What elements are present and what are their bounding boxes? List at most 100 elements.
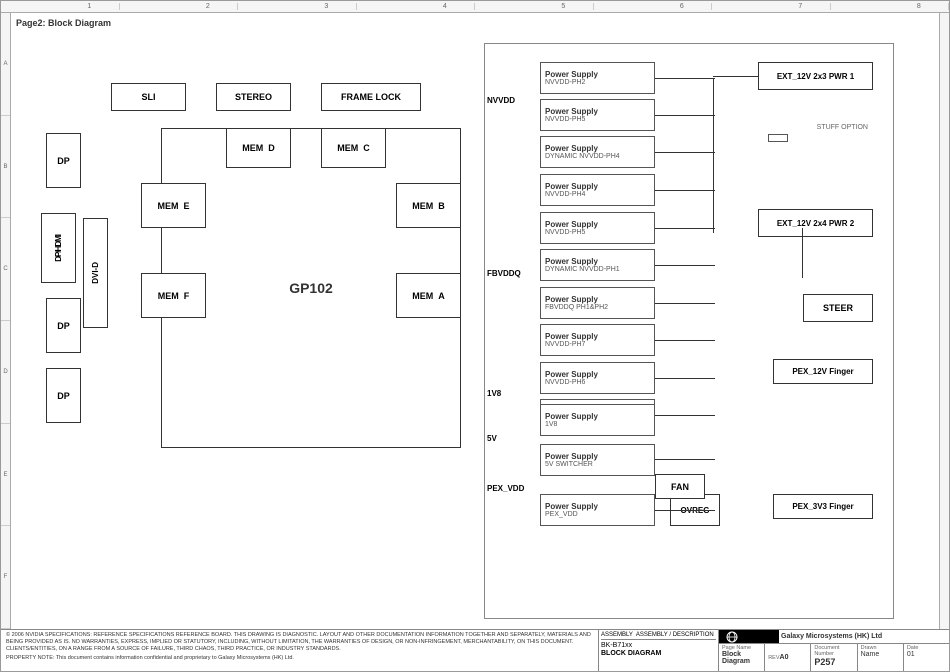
date-col: Date 01 — [904, 644, 949, 671]
doc-num-label: Document Number — [814, 645, 853, 657]
ext-pwr-1: EXT_12V 2x3 PWR 1 — [758, 62, 873, 90]
ps-12-sub: 5V SWITCHER — [545, 461, 593, 468]
drawing-label: BLOCK DIAGRAM — [601, 650, 716, 657]
dp-2-label: DP — [57, 321, 70, 331]
pex-3v3-finger: PEX_3V3 Finger — [773, 494, 873, 519]
steer-box: STEER — [803, 294, 873, 322]
dpdmi-block: DP/HDMI — [41, 213, 76, 283]
ps-1-sub: NVVDD-PH2 — [545, 79, 585, 86]
dpdmi-label: DP/HDMI — [54, 235, 63, 262]
stuff-option: STUFF OPTION — [817, 124, 868, 131]
bus-line-6 — [655, 265, 715, 266]
ext-pwr-1-label: EXT_12V 2x3 PWR 1 — [777, 72, 854, 81]
power-area-border: NVVDD FBVDDQ 1V8 5V PEX_VDD Power Supply… — [484, 43, 894, 619]
mem-e-block: MEM E — [141, 183, 206, 228]
mem-f-block: MEM F — [141, 273, 206, 318]
bus-line-9 — [655, 378, 715, 379]
doc-num-value: P257 — [814, 657, 853, 667]
ps-3-title: Power Supply — [545, 144, 598, 153]
title-mid: ASSEMBLY ASSEMBLY / DESCRIPTION BK-B71xx… — [599, 630, 719, 671]
main-content: Page2: Block Diagram SLI STEREO FRAME LO… — [11, 13, 939, 629]
stuff-option-component — [768, 134, 788, 142]
ext-pwr-2: EXT_12V 2x4 PWR 2 — [758, 209, 873, 237]
stereo-block: STEREO — [216, 83, 291, 111]
page-name-col: Page Name Block Diagram — [719, 644, 765, 671]
dp-3-block: DP — [46, 368, 81, 423]
ps-2-title: Power Supply — [545, 107, 598, 116]
pex-vdd-label: PEX_VDD — [487, 484, 524, 493]
nvvdd-label: NVVDD — [487, 96, 515, 105]
bus-line-1 — [655, 78, 715, 79]
ps-11-title: Power Supply — [545, 412, 598, 421]
ruler-left: A B C D E F — [1, 13, 11, 629]
ps-7-sub: FBVDDQ PH1&PH2 — [545, 304, 608, 311]
ps-fbvddq-ph1ph2: Power Supply FBVDDQ PH1&PH2 — [540, 287, 655, 319]
drawn-col: Drawn Name — [858, 644, 904, 671]
company-name: Galaxy Microsystems (HK) Ltd — [779, 630, 949, 643]
ps-nvvdd-ph5-1: Power Supply NVVDD-PH5 — [540, 99, 655, 131]
galaxy-logo — [719, 630, 779, 643]
ps-4-sub: NVVDD-PH4 — [545, 191, 585, 198]
bus-line-2 — [655, 115, 715, 116]
dp-3-label: DP — [57, 391, 70, 401]
sli-label: SLI — [141, 92, 155, 102]
ps-nvvdd-ph2: Power Supply NVVDD-PH2 — [540, 62, 655, 94]
ps-7-title: Power Supply — [545, 295, 598, 304]
frame-lock-label: FRAME LOCK — [341, 92, 401, 102]
rev-value: A0 — [780, 654, 789, 661]
bus-line-3 — [655, 152, 715, 153]
dp-1-label: DP — [57, 156, 70, 166]
rev-col: REV A0 — [765, 644, 811, 671]
ruler-top: 1 2 3 4 5 6 7 8 — [1, 1, 949, 13]
fan-box: FAN — [655, 474, 705, 499]
ps-1v8: Power Supply 1V8 — [540, 404, 655, 436]
bus-line-11 — [655, 459, 715, 460]
gp102-label: GP102 — [289, 280, 333, 296]
ps-nvvdd-ph6: Power Supply NVVDD-PH6 — [540, 362, 655, 394]
mem-c-block: MEM C — [321, 128, 386, 168]
dvi-d-label: DVI-D — [91, 262, 100, 284]
ps-8-sub: NVVDD-PH7 — [545, 341, 585, 348]
ps-8-title: Power Supply — [545, 332, 598, 341]
ps-5v-switcher: Power Supply 5V SWITCHER — [540, 444, 655, 476]
1v8-label: 1V8 — [487, 389, 501, 398]
schematic-area: SLI STEREO FRAME LOCK GP102 MEM D MEM C — [16, 28, 934, 624]
title-block: © 2006 NVIDIA SPECIFICATIONS: REFERENCE … — [1, 629, 949, 671]
bus-line-7 — [655, 303, 715, 304]
assembly-label: ASSEMBLY — [601, 632, 633, 638]
ps-6-sub: DYNAMIC NVVDD-PH1 — [545, 266, 620, 273]
vert-bus-1 — [713, 78, 714, 233]
doc-col: Document Number P257 — [811, 644, 857, 671]
ext-pwr-2-label: EXT_12V 2x4 PWR 2 — [777, 219, 854, 228]
pex-3v3-label: PEX_3V3 Finger — [792, 502, 853, 511]
ps-nvvdd-ph5-2: Power Supply NVVDD-PH5 — [540, 212, 655, 244]
ps-13-sub: PEX_VDD — [545, 511, 578, 518]
mem-d-block: MEM D — [226, 128, 291, 168]
date-value: 01 — [907, 651, 946, 658]
pex-12v-label: PEX_12V Finger — [792, 367, 853, 376]
bus-line-5 — [655, 228, 715, 229]
ps-2-sub: NVVDD-PH5 — [545, 116, 585, 123]
title-right: Galaxy Microsystems (HK) Ltd Page Name B… — [719, 630, 949, 671]
ps-9-sub: NVVDD-PH6 — [545, 379, 585, 386]
title-left: © 2006 NVIDIA SPECIFICATIONS: REFERENCE … — [1, 630, 599, 671]
ruler-right — [939, 13, 949, 629]
ps-pex-vdd: Power Supply PEX_VDD — [540, 494, 655, 526]
ps-nvvdd-ph7: Power Supply NVVDD-PH7 — [540, 324, 655, 356]
ps-6-title: Power Supply — [545, 257, 598, 266]
h-connect-1 — [713, 76, 758, 77]
pex-12v-finger: PEX_12V Finger — [773, 359, 873, 384]
ps-13-title: Power Supply — [545, 502, 598, 511]
mem-a-block: MEM A — [396, 273, 461, 318]
page-title: Page2: Block Diagram — [16, 18, 111, 28]
dvi-d-block: DVI-D — [83, 218, 108, 328]
frame-lock-block: FRAME LOCK — [321, 83, 421, 111]
bus-line-4 — [655, 190, 715, 191]
ps-11-sub: 1V8 — [545, 421, 557, 428]
title-info-row: Page Name Block Diagram REV A0 Document … — [719, 644, 949, 671]
copyright-text: © 2006 NVIDIA SPECIFICATIONS: REFERENCE … — [6, 632, 593, 653]
dp-2-block: DP — [46, 298, 81, 353]
stereo-label: STEREO — [235, 92, 272, 102]
sli-block: SLI — [111, 83, 186, 111]
ps-5-sub: NVVDD-PH5 — [545, 229, 585, 236]
